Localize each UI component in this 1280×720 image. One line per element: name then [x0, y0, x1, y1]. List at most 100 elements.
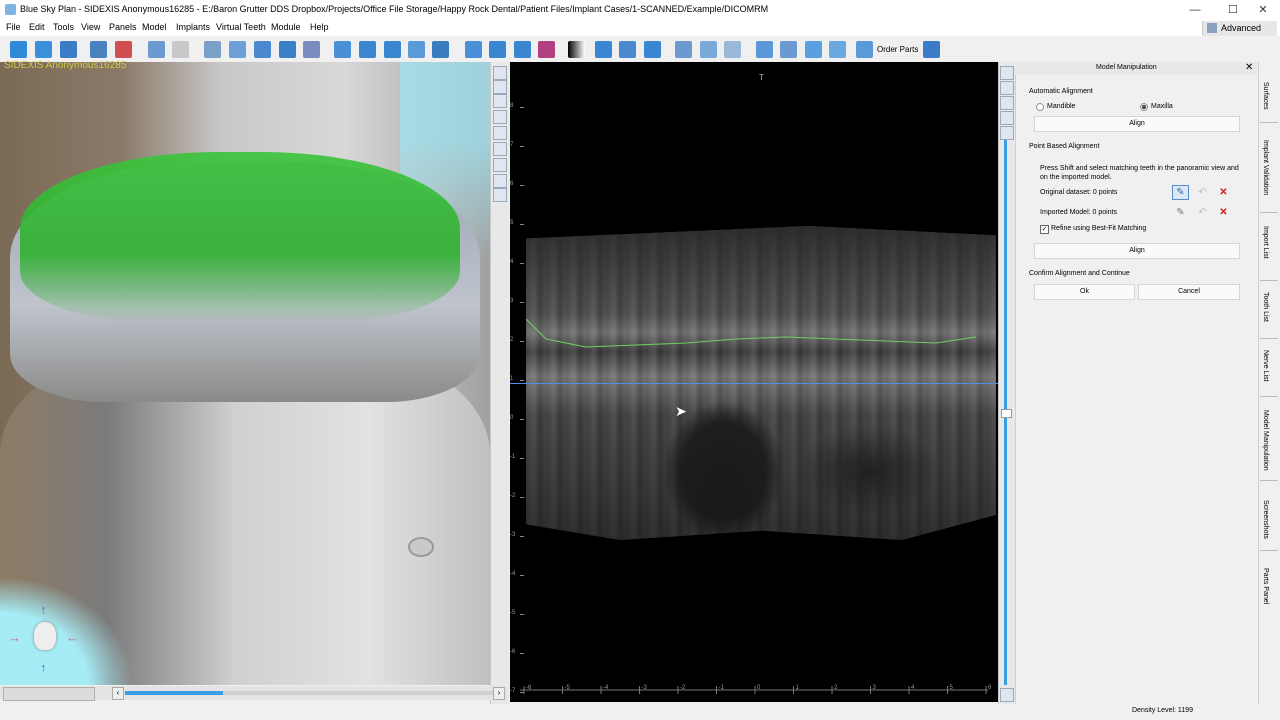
tab-screenshots[interactable]: Screenshots [1262, 500, 1269, 539]
menu-view[interactable]: View [81, 22, 100, 32]
undo-original-icon[interactable]: ↶ [1194, 185, 1211, 200]
redo-icon[interactable] [172, 41, 189, 58]
undo-imported-icon[interactable]: ↶ [1194, 205, 1211, 220]
tab-tooth-list[interactable]: Tooth List [1262, 292, 1269, 322]
view-tool-6-icon[interactable] [493, 142, 507, 156]
contrast-icon[interactable] [568, 41, 585, 58]
refine-checkbox[interactable]: ✓ [1040, 225, 1049, 234]
slider-left-button[interactable]: ‹ [112, 687, 124, 700]
ct-scroll-up-icon[interactable] [1000, 126, 1014, 140]
close-file-icon[interactable] [115, 41, 132, 58]
cancel-button[interactable]: Cancel [1138, 284, 1240, 300]
clear-imported-icon[interactable]: ✕ [1215, 205, 1232, 220]
open-file-icon[interactable] [35, 41, 52, 58]
cart-icon[interactable] [856, 41, 873, 58]
ct-tool-3-icon[interactable] [1000, 96, 1014, 110]
tab-nerve-list[interactable]: Nerve List [1262, 350, 1269, 382]
tab-surfaces[interactable]: Surfaces [1262, 82, 1269, 110]
clear-original-icon[interactable]: ✕ [1215, 185, 1232, 200]
point-align-button[interactable]: Align [1034, 243, 1240, 259]
opacity-slider-fill [125, 691, 223, 695]
arrow-down-icon[interactable]: ↑ [40, 660, 47, 675]
rotate-icon[interactable] [756, 41, 773, 58]
align-icon[interactable] [780, 41, 797, 58]
slider-right-button[interactable]: › [493, 687, 505, 700]
measure-icon[interactable] [334, 41, 351, 58]
view-tool-7-icon[interactable] [493, 158, 507, 172]
curve-icon[interactable] [303, 41, 320, 58]
advanced-button[interactable]: Advanced [1202, 21, 1277, 36]
panoramic-view[interactable]: T 8 7 6 5 4 3 2 1 0 -1 -2 -3 -4 -5 -6 -7 -6 -5 -4 -3 -2 -1 0 1… [510, 62, 998, 702]
zoom-in-icon[interactable] [619, 41, 636, 58]
tool-icon[interactable] [923, 41, 940, 58]
radio-maxilla[interactable] [1140, 103, 1148, 111]
tab-implant-validation[interactable]: Implant Validation [1262, 140, 1269, 195]
save-icon[interactable] [90, 41, 107, 58]
layout-icon[interactable] [204, 41, 221, 58]
upload-icon[interactable] [805, 41, 822, 58]
view-tool-4-icon[interactable] [493, 110, 507, 124]
model-icon[interactable] [538, 41, 555, 58]
menu-tools[interactable]: Tools [53, 22, 74, 32]
ruler-icon[interactable] [489, 41, 506, 58]
panel-close-button[interactable]: ✕ [1245, 62, 1253, 73]
copy-icon[interactable] [229, 41, 246, 58]
minimize-button[interactable]: — [1178, 0, 1212, 20]
model-feature [408, 537, 434, 557]
radio-mandible[interactable] [1036, 103, 1044, 111]
3d-view[interactable] [0, 62, 490, 685]
arrow-right-icon[interactable]: → [8, 630, 21, 645]
orientation-head-icon[interactable] [34, 622, 56, 650]
tooth-icon[interactable] [514, 41, 531, 58]
sleeve-icon[interactable] [465, 41, 482, 58]
zoom-icon[interactable] [279, 41, 296, 58]
view-select[interactable] [3, 687, 95, 701]
view-tool-8-icon[interactable] [493, 174, 507, 188]
view-tool-3-icon[interactable] [493, 94, 507, 108]
ok-button[interactable]: Ok [1034, 284, 1135, 300]
auto-align-button[interactable]: Align [1034, 116, 1240, 132]
tab-model-manipulation[interactable]: Model Manipulation [1262, 410, 1269, 471]
arrow-left-icon[interactable]: ← [66, 630, 79, 645]
order-parts-button[interactable]: Order Parts [877, 45, 918, 54]
slice-slider-thumb[interactable] [1001, 409, 1012, 418]
cloud-icon[interactable] [829, 41, 846, 58]
panoramic-icon[interactable] [700, 41, 717, 58]
alignment-line[interactable] [510, 383, 998, 384]
nerve-icon[interactable] [408, 41, 425, 58]
reset-icon[interactable] [595, 41, 612, 58]
view-tool-2-icon[interactable] [493, 80, 507, 94]
new-file-icon[interactable] [10, 41, 27, 58]
menu-edit[interactable]: Edit [29, 22, 45, 32]
view-tool-9-icon[interactable] [493, 188, 507, 202]
import-icon[interactable] [60, 41, 77, 58]
tab-parts-panel[interactable]: Parts Panel [1262, 568, 1269, 604]
ct-tool-4-icon[interactable] [1000, 111, 1014, 125]
ct-scroll-down-icon[interactable] [1000, 688, 1014, 702]
menu-module[interactable]: Module [271, 22, 301, 32]
grid-icon[interactable] [254, 41, 271, 58]
ct-tool-1-icon[interactable] [1000, 66, 1014, 80]
menu-file[interactable]: File [6, 22, 21, 32]
pick-imported-pen-icon[interactable]: ✎ [1172, 205, 1189, 220]
surface-icon[interactable] [675, 41, 692, 58]
maximize-button[interactable]: ☐ [1216, 0, 1250, 20]
menu-model[interactable]: Model [142, 22, 167, 32]
close-button[interactable]: ✕ [1246, 0, 1280, 20]
pick-original-pen-icon[interactable]: ✎ [1172, 185, 1189, 200]
menu-virtual-teeth[interactable]: Virtual Teeth [216, 22, 266, 32]
arrow-up-icon[interactable]: ↑ [40, 602, 47, 617]
angle-icon[interactable] [359, 41, 376, 58]
menu-help[interactable]: Help [310, 22, 329, 32]
tab-import-list[interactable]: Import List [1262, 226, 1269, 259]
undo-icon[interactable] [148, 41, 165, 58]
menu-implants[interactable]: Implants [176, 22, 210, 32]
arch-icon[interactable] [724, 41, 741, 58]
view-tool-5-icon[interactable] [493, 126, 507, 140]
view-tool-1-icon[interactable] [493, 66, 507, 80]
pan-icon[interactable] [644, 41, 661, 58]
draw-icon[interactable] [432, 41, 449, 58]
ct-tool-2-icon[interactable] [1000, 81, 1014, 95]
implant-icon[interactable] [384, 41, 401, 58]
menu-panels[interactable]: Panels [109, 22, 137, 32]
